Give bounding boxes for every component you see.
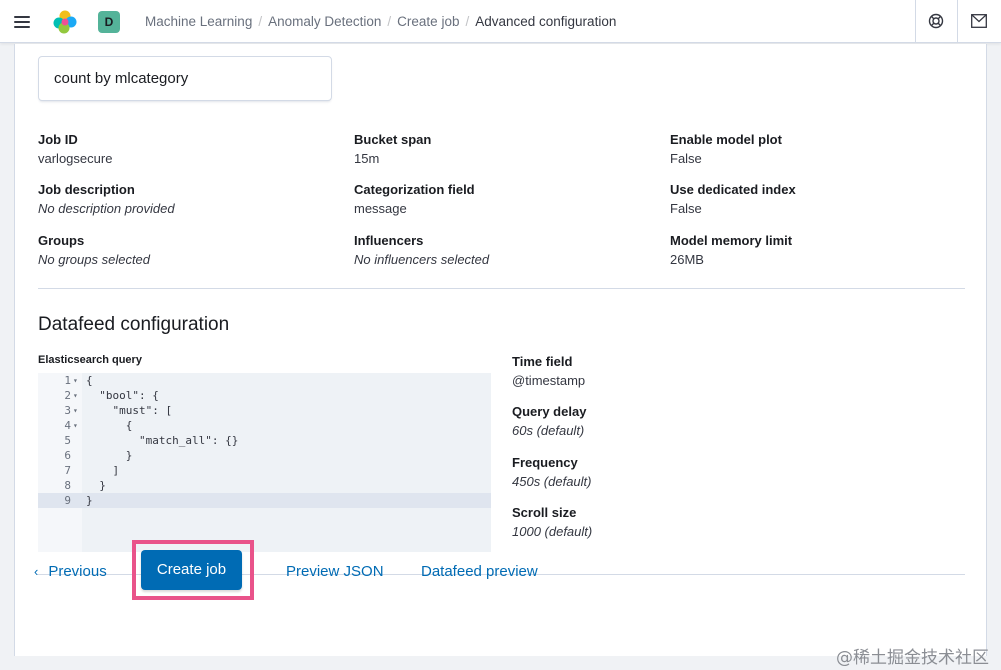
section-divider: [38, 288, 965, 289]
field-label: Enable model plot: [670, 132, 782, 147]
field-value: 60s (default): [512, 423, 585, 438]
code-text: "must": [: [86, 404, 173, 417]
fold-arrow-icon[interactable]: ▾: [73, 418, 78, 433]
code-text: }: [86, 494, 93, 507]
code-line: 1 ▾ {: [38, 373, 491, 388]
field-value: No description provided: [38, 201, 175, 216]
menu-icon[interactable]: [12, 12, 32, 32]
job-description-field: Job description No description provided: [38, 182, 175, 218]
detector-card: count by mlcategory: [38, 56, 332, 101]
code-text: {: [86, 374, 93, 387]
space-avatar[interactable]: D: [98, 11, 120, 33]
field-value: False: [670, 201, 702, 216]
field-value: 26MB: [670, 252, 704, 267]
line-number: 2: [64, 389, 71, 402]
code-line: 8 }: [38, 478, 491, 493]
line-number: 6: [64, 449, 71, 462]
field-value: 15m: [354, 151, 380, 166]
field-value: False: [670, 151, 702, 166]
field-label: Job ID: [38, 132, 78, 147]
code-text: }: [86, 449, 133, 462]
code-text: "bool": {: [86, 389, 159, 402]
line-number: 8: [64, 479, 71, 492]
code-line: 2 ▾ "bool": {: [38, 388, 491, 403]
frequency-field: Frequency 450s (default): [512, 455, 592, 491]
code-line: 3 ▾ "must": [: [38, 403, 491, 418]
field-label: Query delay: [512, 404, 587, 419]
breadcrumb-anomaly-detection[interactable]: Anomaly Detection: [268, 14, 381, 29]
line-number: 3: [64, 404, 71, 417]
fold-arrow-icon[interactable]: ▾: [73, 403, 78, 418]
field-value: message: [354, 201, 407, 216]
line-number: 5: [64, 434, 71, 447]
model-memory-limit-field: Model memory limit 26MB: [670, 233, 792, 269]
bucket-span-field: Bucket span 15m: [354, 132, 431, 168]
field-value: No groups selected: [38, 252, 151, 267]
top-header: D Machine Learning / Anomaly Detection / Cre…: [0, 0, 1001, 43]
field-label: Categorization field: [354, 182, 475, 197]
code-text: "match_all": {}: [86, 434, 239, 447]
previous-label: Previous: [48, 563, 107, 580]
chevron-left-icon: ‹: [34, 564, 39, 579]
field-label: Job description: [38, 182, 135, 197]
create-job-button[interactable]: Create job: [141, 550, 242, 590]
field-label: Model memory limit: [670, 233, 793, 248]
field-value: 450s (default): [512, 474, 592, 489]
preview-json-button[interactable]: Preview JSON: [286, 563, 384, 580]
fold-arrow-icon[interactable]: ▾: [73, 373, 78, 388]
field-value: 1000 (default): [512, 524, 593, 539]
datafeed-section-title: Datafeed configuration: [38, 314, 230, 335]
code-text: ]: [86, 464, 120, 477]
categorization-field-field: Categorization field message: [354, 182, 475, 218]
code-line: 6 }: [38, 448, 491, 463]
mail-icon[interactable]: [971, 14, 987, 28]
datafeed-preview-button[interactable]: Datafeed preview: [421, 563, 538, 580]
field-value: @timestamp: [512, 373, 586, 388]
field-label: Influencers: [354, 233, 424, 248]
field-label: Bucket span: [354, 132, 432, 147]
code-text: }: [86, 479, 106, 492]
fold-arrow-icon[interactable]: ▾: [73, 388, 78, 403]
field-label: Groups: [38, 233, 85, 248]
groups-field: Groups No groups selected: [38, 233, 150, 269]
query-delay-field: Query delay 60s (default): [512, 404, 586, 440]
line-number: 1: [64, 374, 71, 387]
elasticsearch-query-label: Elasticsearch query: [38, 354, 142, 366]
help-icon[interactable]: [928, 13, 944, 29]
code-line: 7 ]: [38, 463, 491, 478]
elasticsearch-query-editor[interactable]: 1 ▾{2 ▾ "bool": {3 ▾ "must": [4 ▾ {5 "match_…: [38, 373, 491, 552]
breadcrumb-current: Advanced configuration: [475, 14, 617, 29]
header-divider: [915, 0, 916, 43]
enable-model-plot-field: Enable model plot False: [670, 132, 782, 168]
code-line: 4 ▾ {: [38, 418, 491, 433]
field-value: No influencers selected: [354, 252, 490, 267]
header-divider: [957, 0, 958, 43]
field-label: Use dedicated index: [670, 182, 796, 197]
influencers-field: Influencers No influencers selected: [354, 233, 489, 269]
breadcrumb-separator: /: [258, 14, 263, 29]
code-line: 9}: [38, 493, 491, 508]
elastic-logo[interactable]: [53, 10, 77, 34]
line-number: 7: [64, 464, 71, 477]
field-label: Scroll size: [512, 505, 577, 520]
breadcrumb-separator: /: [387, 14, 392, 29]
line-number: 4: [64, 419, 71, 432]
watermark: @稀土掘金技术社区: [836, 648, 989, 668]
line-number: 9: [64, 494, 71, 507]
use-dedicated-index-field: Use dedicated index False: [670, 182, 796, 218]
breadcrumb-separator: /: [465, 14, 470, 29]
job-id-field: Job ID varlogsecure: [38, 132, 112, 168]
field-value: varlogsecure: [38, 151, 113, 166]
code-line: 5 "match_all": {}: [38, 433, 491, 448]
previous-button[interactable]: ‹ Previous: [34, 563, 107, 580]
breadcrumb: Machine Learning / Anomaly Detection / Creat…: [145, 14, 616, 29]
scroll-size-field: Scroll size 1000 (default): [512, 505, 592, 541]
breadcrumb-machine-learning[interactable]: Machine Learning: [145, 14, 252, 29]
field-label: Frequency: [512, 455, 578, 470]
time-field-field: Time field @timestamp: [512, 354, 585, 390]
code-text: {: [86, 419, 133, 432]
breadcrumb-create-job[interactable]: Create job: [397, 14, 459, 29]
field-label: Time field: [512, 354, 573, 369]
